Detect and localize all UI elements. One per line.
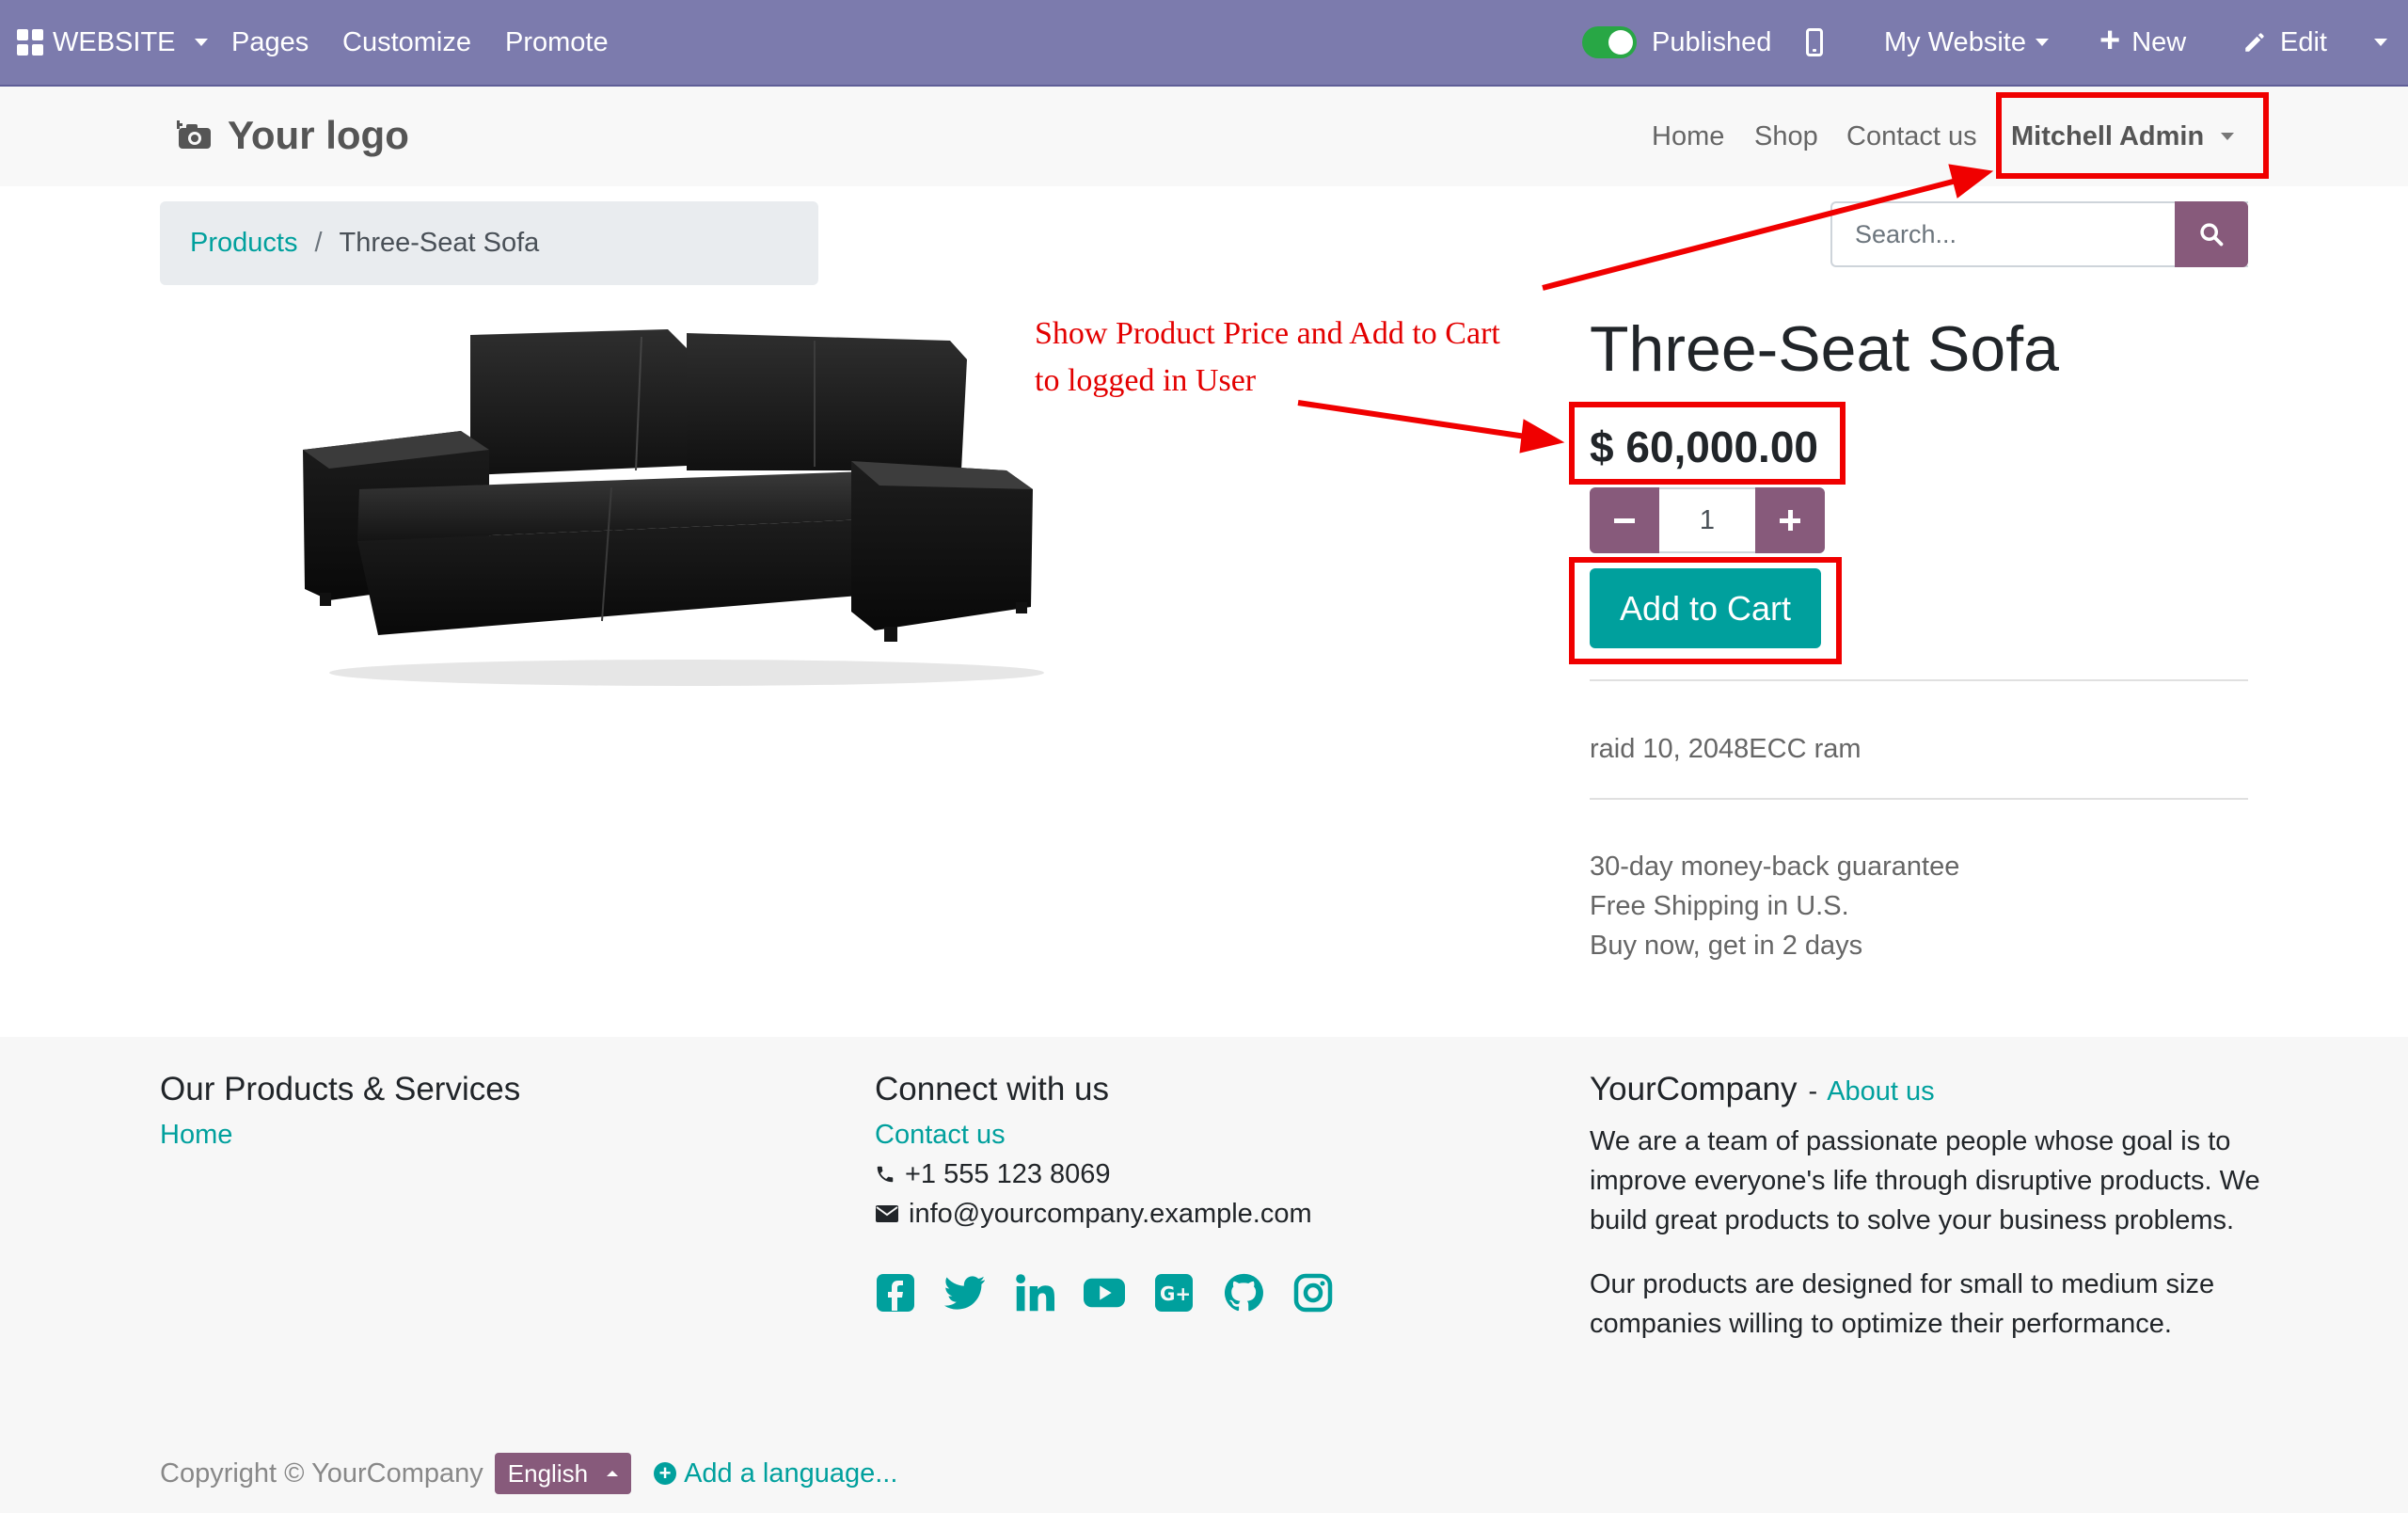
language-label: English [507,1458,589,1488]
chevron-down-icon [2035,39,2049,46]
about-us-link[interactable]: About us [1827,1076,1934,1107]
website-menu[interactable]: WEBSITE [17,0,208,85]
guarantee-item: Free Shipping in U.S. [1590,891,1849,921]
edit-label: Edit [2280,26,2327,57]
social-links: G+ [875,1272,1334,1314]
nav-contact-us[interactable]: Contact us [1846,87,1977,186]
guarantee-item: Buy now, get in 2 days [1590,931,1863,961]
footer-company-column: YourCompany - About us We are a team of … [1590,1071,2305,1344]
camera-icon [177,120,211,149]
linkedin-icon[interactable] [1014,1272,1055,1314]
phone-number: +1 555 123 8069 [905,1159,1111,1189]
footer-link-row: Contact us [875,1122,1334,1149]
published-label: Published [1652,26,1772,57]
decrease-quantity-button[interactable] [1590,487,1659,553]
footer-heading: Our Products & Services [160,1071,521,1107]
copyright-row: Copyright © YourCompany English + Add a … [160,1453,897,1494]
increase-quantity-button[interactable] [1755,487,1825,553]
language-selector[interactable]: English [494,1453,632,1494]
logo-text: Your logo [228,113,409,157]
footer-heading: Connect with us [875,1071,1110,1107]
arrow-to-price [1297,400,1565,454]
breadcrumb-products-link[interactable]: Products [190,228,297,259]
product-image [303,329,1044,686]
footer-products-column: Our Products & Services Home [160,1071,521,1149]
guarantee-list: 30-day money-back guarantee Free Shippin… [1590,847,1959,965]
company-name: YourCompany [1590,1071,1798,1107]
new-button[interactable]: + New [2099,0,2186,85]
annotation-line: to logged in User [1035,363,1257,398]
site-footer: Our Products & Services Home Connect wit… [0,1037,2408,1513]
footer-connect-column: Connect with us Contact us +1 555 123 80… [875,1071,1334,1314]
chevron-down-icon [194,39,208,46]
new-label: New [2131,26,2187,57]
minus-icon [1614,518,1635,523]
plus-circle-icon: + [654,1462,677,1485]
toggle-switch-icon [1582,26,1637,58]
footer-phone: +1 555 123 8069 [875,1159,1334,1189]
chevron-up-icon [607,1471,619,1476]
website-admin-bar: WEBSITE Pages Customize Promote Publishe… [0,0,2408,87]
divider [1590,679,2248,681]
footer-email: info@yourcompany.example.com [875,1199,1334,1229]
promote-menu[interactable]: Promote [505,0,609,85]
footer-contact-link[interactable]: Contact us [875,1122,1006,1149]
quantity-stepper: 1 [1590,487,1825,553]
breadcrumb-separator: / [314,228,323,258]
add-language-link[interactable]: + Add a language... [654,1458,897,1489]
plus-icon: + [2099,21,2121,60]
my-website-menu[interactable]: My Website [1884,0,2049,85]
annotation-line: Show Product Price and Add to Cart [1035,316,1500,351]
published-toggle[interactable]: Published [1582,0,1771,85]
copyright-text: Copyright © YourCompany [160,1457,483,1489]
highlight-box-add-to-cart [1569,557,1842,664]
my-website-label: My Website [1884,26,2026,57]
edit-button[interactable]: Edit [2242,0,2327,85]
google-plus-icon[interactable]: G+ [1153,1272,1195,1314]
product-title: Three-Seat Sofa [1590,313,2059,385]
email-address: info@yourcompany.example.com [909,1199,1312,1229]
twitter-icon[interactable] [944,1272,986,1314]
phone-icon [877,1166,894,1183]
facebook-icon[interactable] [875,1272,916,1314]
plus-icon [1780,510,1800,531]
heading-dash: - [1808,1076,1818,1107]
svg-text:G+: G+ [1160,1282,1191,1305]
footer-link-row: Home [160,1122,520,1149]
highlight-box-price [1569,402,1846,485]
add-language-label: Add a language... [684,1457,898,1489]
annotation-note: Show Product Price and Add to Cart to lo… [1035,311,1500,405]
search-icon [2200,223,2224,247]
customize-menu[interactable]: Customize [342,0,471,85]
pages-menu[interactable]: Pages [231,0,309,85]
pencil-icon [2245,33,2264,52]
guarantee-item: 30-day money-back guarantee [1590,852,1960,882]
more-options-button[interactable] [2374,0,2387,85]
search-button[interactable] [2175,201,2248,267]
highlight-box-user [1996,92,2269,179]
chevron-down-icon [2374,39,2387,46]
company-description: Our products are designed for small to m… [1590,1269,2215,1339]
envelope-icon [876,1205,898,1222]
instagram-icon[interactable] [1292,1272,1334,1314]
website-menu-label: WEBSITE [53,26,176,57]
nav-home[interactable]: Home [1652,87,1724,186]
footer-home-link[interactable]: Home [160,1122,232,1149]
nav-shop[interactable]: Shop [1754,87,1818,186]
mobile-preview-button[interactable] [1806,0,1823,85]
product-description: raid 10, 2048ECC ram [1590,734,1861,764]
footer-heading: YourCompany - About us [1590,1071,2305,1108]
divider [1590,798,2248,800]
mobile-phone-icon [1806,28,1823,56]
apps-grid-icon [17,29,43,56]
site-logo[interactable]: Your logo [177,107,409,164]
github-icon[interactable] [1223,1272,1264,1314]
breadcrumb-current: Three-Seat Sofa [339,228,540,258]
youtube-icon[interactable] [1084,1272,1125,1314]
breadcrumb: Products / Three-Seat Sofa [160,201,818,285]
company-description: We are a team of passionate people whose… [1590,1126,2260,1235]
quantity-input[interactable]: 1 [1659,487,1755,553]
